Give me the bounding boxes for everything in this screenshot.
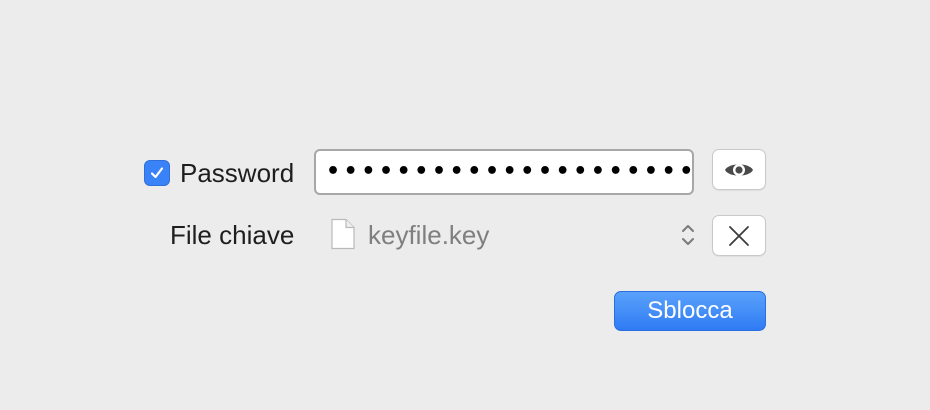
close-icon xyxy=(729,225,749,246)
password-label[interactable]: Password xyxy=(180,158,294,188)
key-file-label: File chiave xyxy=(170,220,295,250)
password-input[interactable]: ••••••••••••••••••••••••• xyxy=(314,149,694,195)
document-icon xyxy=(331,218,355,250)
reveal-password-button[interactable] xyxy=(712,149,766,190)
checkmark-icon xyxy=(150,167,164,179)
key-file-select[interactable]: keyfile.key xyxy=(368,220,489,250)
password-masked-value: ••••••••••••••••••••••••• xyxy=(326,159,694,184)
unlock-dialog: Password ••••••••••••••••••••••••• File … xyxy=(0,0,930,410)
clear-key-file-button[interactable] xyxy=(712,215,766,256)
unlock-button[interactable]: Sblocca xyxy=(614,291,766,331)
password-checkbox[interactable] xyxy=(144,160,170,186)
chevron-up-down-icon[interactable] xyxy=(680,222,696,248)
eye-icon xyxy=(725,163,753,176)
